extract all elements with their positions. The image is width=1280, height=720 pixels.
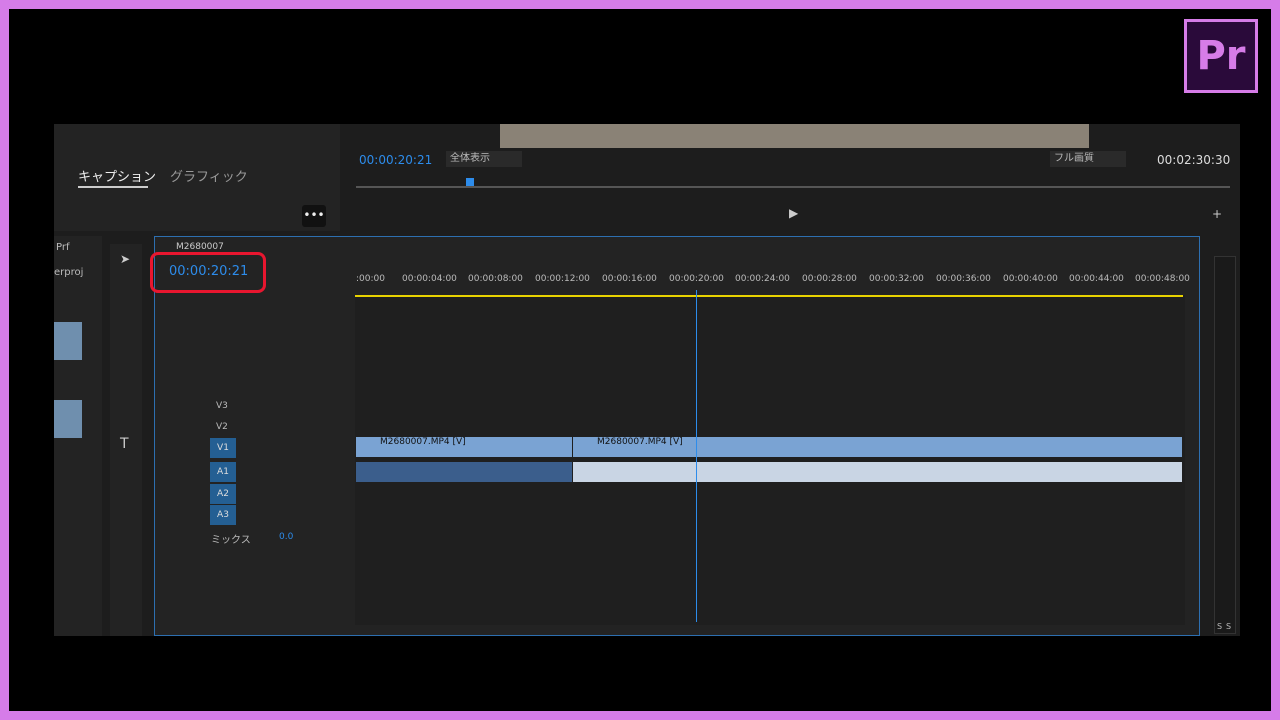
mix-label: ミックス [211,535,251,546]
video-clip[interactable]: M2680007.MP4 [V] [573,437,1182,457]
mix-value[interactable]: 0.0 [279,532,293,542]
playhead-line[interactable] [696,290,697,622]
more-button[interactable]: ••• [302,205,326,227]
selection-tool-icon[interactable]: ➤ [120,252,130,266]
track-label-v3: V3 [216,401,228,411]
ruler-label: 00:00:36:00 [936,274,991,284]
sequence-tab[interactable]: M2680007 [176,242,224,252]
work-area-bar[interactable] [355,295,1183,297]
tab-graphics[interactable]: グラフィック [170,166,248,185]
ruler-label: 00:00:12:00 [535,274,590,284]
solo-right[interactable]: S [1226,622,1231,631]
project-tab[interactable]: Prf [56,242,70,253]
audio-clip[interactable] [356,462,572,482]
solo-left[interactable]: S [1217,622,1222,631]
duration-timecode: 00:02:30:30 [1157,153,1231,167]
audio-clip[interactable] [573,462,1182,482]
ruler-label: 00:00:04:00 [402,274,457,284]
ruler-label: 00:00:08:00 [468,274,523,284]
add-button[interactable]: + [1212,207,1222,221]
type-tool-icon[interactable]: T [120,436,129,452]
quality-select[interactable]: フル画質 [1050,151,1126,167]
clip-thumbnail[interactable] [54,322,82,360]
fit-select[interactable]: 全体表示 [446,151,522,167]
tab-caption[interactable]: キャプション [78,166,156,185]
program-scrubber[interactable] [356,186,1230,188]
clip-thumbnail[interactable] [54,400,82,438]
ruler-label: 00:00:32:00 [869,274,924,284]
program-timecode[interactable]: 00:00:20:21 [359,153,432,167]
ruler-label: :00:00 [356,274,385,284]
video-clip[interactable]: M2680007.MP4 [V] [356,437,572,457]
ruler-label: 00:00:44:00 [1069,274,1124,284]
ruler-label: 00:00:28:00 [802,274,857,284]
audio-meter [1214,256,1236,634]
ruler-label: 00:00:40:00 [1003,274,1058,284]
timeline-tracks [355,295,1185,625]
timeline-timecode[interactable]: 00:00:20:21 [169,264,248,279]
premiere-window: キャプション グラフィック ••• 00:00:20:21 全体表示 フル画質 … [54,124,1240,636]
premiere-logo: Pr [1184,19,1258,93]
play-button[interactable]: ▶ [789,206,798,220]
ruler-label: 00:00:48:00 [1135,274,1190,284]
track-target-a1[interactable]: A1 [210,462,236,482]
ruler-label: 00:00:20:00 [669,274,724,284]
track-header-area [155,295,355,635]
track-target-a2[interactable]: A2 [210,484,236,504]
ruler-label: 00:00:16:00 [602,274,657,284]
video-preview [500,124,1089,148]
program-playhead[interactable] [466,178,474,186]
tab-caption-underline [78,186,148,188]
track-target-a3[interactable]: A3 [210,505,236,525]
ruler-label: 00:00:24:00 [735,274,790,284]
track-target-v1[interactable]: V1 [210,438,236,458]
track-label-v2: V2 [216,422,228,432]
project-file: erproj [54,267,84,278]
